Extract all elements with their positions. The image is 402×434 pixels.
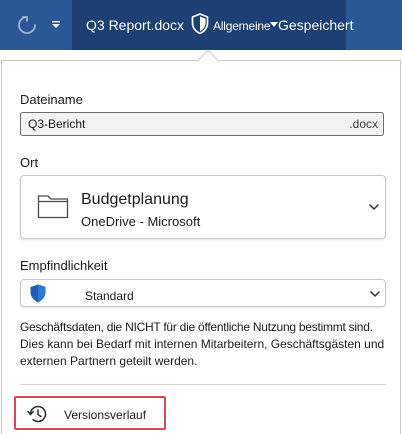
filename-field[interactable]: Q3-Bericht .docx [20,112,384,136]
shield-icon [191,13,209,35]
version-history-button[interactable]: Versionsverlauf [14,396,166,430]
sensitivity-description: Geschäftsdaten, die NICHT für die öffent… [20,319,390,370]
undo-button[interactable] [12,10,42,40]
document-filename[interactable]: Q3 Report.docx [86,17,184,33]
history-icon [27,405,47,423]
location-sub: OneDrive - Microsoft [81,214,201,229]
location-label: Ort [20,155,39,170]
sensitivity-value: Standard [85,289,134,303]
save-status: Gespeichert [278,17,354,33]
filename-input-value[interactable]: Q3-Bericht [28,117,85,131]
filename-label: Dateiname [20,92,83,107]
sensitivity-label-title[interactable]: Allgemeine [213,19,271,33]
caret-down-icon [52,21,60,28]
label-caret-icon [270,22,278,27]
shield-icon [30,284,46,303]
sensitivity-select[interactable]: Standard [20,279,386,307]
undo-icon [18,16,36,34]
chevron-down-icon [369,204,379,210]
sensitivity-label: Empfindlichkeit [20,258,108,273]
folder-icon [37,195,69,219]
location-picker[interactable]: Budgetplanung OneDrive - Microsoft [20,175,386,239]
divider [20,384,386,385]
version-history-label: Versionsverlauf [64,408,147,422]
description-line-1: Geschäftsdaten, die NICHT für die öffent… [20,320,373,334]
quick-access-dropdown[interactable] [48,16,64,34]
description-line-2: Dies kann bei Bedarf mit internen Mitarb… [20,337,385,368]
chevron-down-icon [370,291,380,297]
location-name: Budgetplanung [81,191,189,208]
filename-extension: .docx [349,117,378,131]
